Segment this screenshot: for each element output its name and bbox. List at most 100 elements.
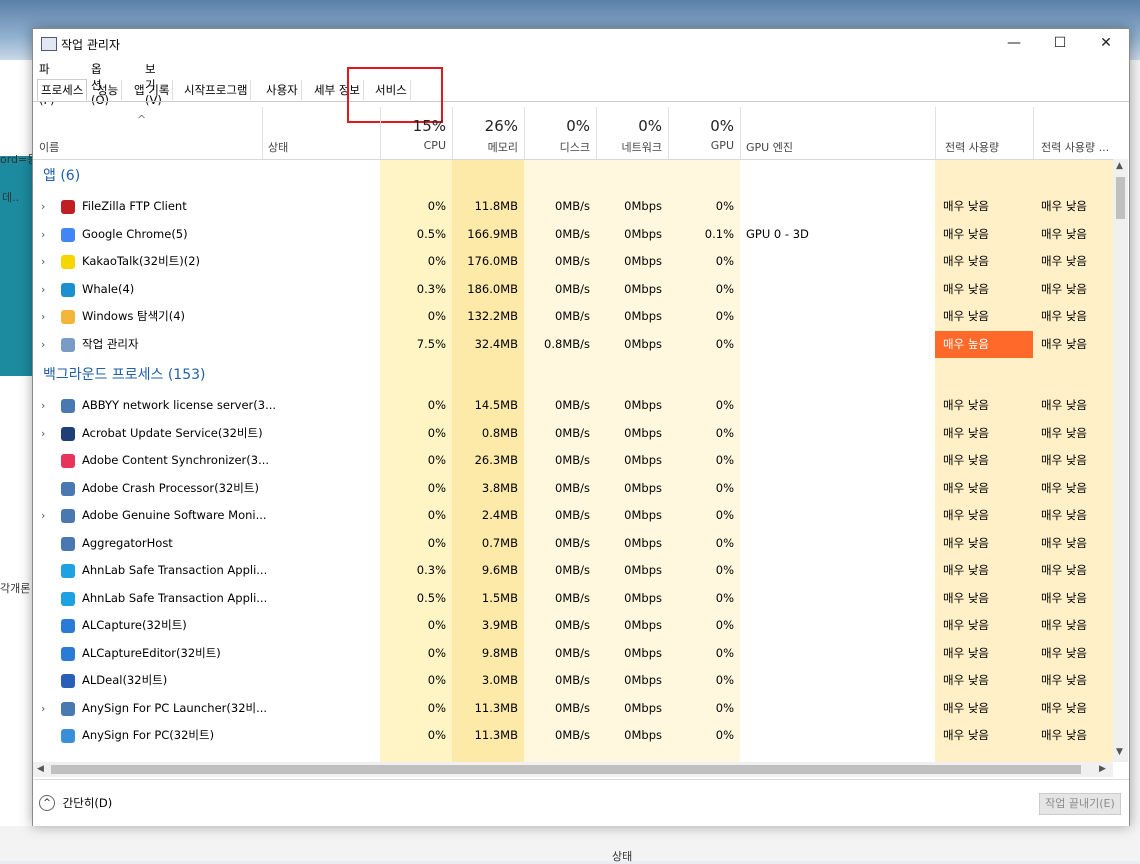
table-row[interactable]: › KakaoTalk(32비트)(2) 0% 176.0MB 0MB/s 0Mbps 0%… xyxy=(33,248,1113,275)
expand-chevron-icon[interactable]: › xyxy=(41,331,51,358)
scroll-left-icon[interactable]: ◀ xyxy=(37,764,44,774)
process-name: ABBYY network license server(3... xyxy=(82,398,277,412)
background-window-bottom: 상태 xyxy=(0,826,1140,863)
tab-app-history[interactable]: 앱 기록 xyxy=(131,80,174,100)
apps-section-header: 앱 (6) xyxy=(33,159,1113,193)
expand-chevron-icon[interactable]: › xyxy=(41,392,51,419)
cell-mem: 11.8MB xyxy=(474,199,518,213)
cell-power: 매우 낮음 xyxy=(943,226,989,241)
cell-gpu: 0% xyxy=(715,508,734,522)
horizontal-scroll-thumb[interactable] xyxy=(51,765,1081,774)
table-row[interactable]: ALCapture(32비트) 0% 3.9MB 0MB/s 0Mbps 0% 매우 낮음 매… xyxy=(33,612,1113,639)
table-row[interactable]: › AnySign For PC Launcher(32비... 0% 11.3MB 0… xyxy=(33,695,1113,722)
service-icon xyxy=(61,536,75,551)
cell-power-trend: 매우 낮음 xyxy=(1041,590,1087,605)
table-row[interactable]: › Google Chrome(5) 0.5% 166.9MB 0MB/s 0Mbps 0.… xyxy=(33,221,1113,248)
table-row[interactable]: › FileZilla FTP Client 0% 11.8MB 0MB/s 0Mbps 0… xyxy=(33,193,1113,220)
header-power-label: 전력 사용량 xyxy=(945,141,1000,154)
background-text: 상태 xyxy=(612,850,633,863)
scroll-up-icon[interactable]: ▲ xyxy=(1116,161,1123,171)
adobe-cc-icon xyxy=(61,454,75,468)
table-row[interactable]: › ABBYY network license server(3... 0% 14.5… xyxy=(33,392,1113,419)
process-name: AnySign For PC(32비트) xyxy=(82,728,215,742)
fewer-details-button[interactable]: ^ 간단히(D) xyxy=(39,795,112,811)
cell-disk: 0MB/s xyxy=(555,398,590,412)
tab-users[interactable]: 사용자 xyxy=(263,80,302,100)
header-memory[interactable]: 26% 메모리 xyxy=(452,107,525,159)
header-name[interactable]: ^ 이름 xyxy=(33,107,263,159)
cell-mem: 176.0MB xyxy=(467,254,518,268)
expand-chevron-icon[interactable]: › xyxy=(41,420,51,447)
header-status-label: 상태 xyxy=(268,141,289,154)
cell-net: 0Mbps xyxy=(624,535,662,550)
header-power[interactable]: 전력 사용량 xyxy=(935,107,1034,159)
header-cpu[interactable]: 15% CPU xyxy=(380,107,453,159)
header-gpu-label: GPU xyxy=(710,139,734,152)
table-row[interactable]: AnySign For PC(32비트) 0% 11.3MB 0MB/s 0Mbps 0%… xyxy=(33,722,1113,749)
cell-net: 0Mbps xyxy=(624,309,662,323)
expand-chevron-icon[interactable]: › xyxy=(41,276,51,303)
expand-chevron-icon[interactable]: › xyxy=(41,221,51,248)
table-row[interactable]: AggregatorHost 0% 0.7MB 0MB/s 0Mbps 0% 매우 낮음 매우… xyxy=(33,530,1113,557)
vertical-scroll-thumb[interactable] xyxy=(1116,177,1125,219)
kakaotalk-icon xyxy=(61,255,75,269)
table-row[interactable]: Adobe Content Synchronizer(3... 0% 26.3MB 0… xyxy=(33,447,1113,474)
cell-mem: 1.5MB xyxy=(481,590,518,605)
tab-performance[interactable]: 성능 xyxy=(94,80,123,100)
tab-processes[interactable]: 프로세스 xyxy=(37,79,88,101)
expand-chevron-icon[interactable]: › xyxy=(41,695,51,722)
table-row[interactable]: AhnLab Safe Transaction Appli... 0.5% 1.5M… xyxy=(33,585,1113,612)
header-status[interactable]: 상태 xyxy=(262,107,381,159)
cell-mem: 132.2MB xyxy=(467,309,518,323)
header-gpu[interactable]: 0% GPU xyxy=(668,107,741,159)
table-row[interactable]: AhnLab Safe Transaction Appli... 0.3% 9.6M… xyxy=(33,557,1113,584)
title-bar[interactable]: 작업 관리자 — ☐ ✕ xyxy=(33,29,1129,57)
table-row[interactable]: › 작업 관리자 7.5% 32.4MB 0.8MB/s 0Mbps 0% 매우 높음 매우 낮… xyxy=(33,330,1113,358)
cell-power-trend: 매우 낮음 xyxy=(1041,700,1087,715)
cell-mem: 14.5MB xyxy=(474,398,518,412)
header-network[interactable]: 0% 네트워크 xyxy=(596,107,669,159)
cell-power: 매우 낮음 xyxy=(943,309,989,323)
header-cpu-label: CPU xyxy=(423,139,446,152)
table-row[interactable]: Adobe Crash Processor(32비트) 0% 3.8MB 0MB/s 0… xyxy=(33,475,1113,502)
process-name: 작업 관리자 xyxy=(82,336,139,351)
cell-power: 매우 낮음 xyxy=(943,281,989,296)
cell-cpu: 0% xyxy=(427,254,446,268)
scroll-right-icon[interactable]: ▶ xyxy=(1099,764,1106,774)
cell-cpu: 0% xyxy=(427,199,446,213)
cell-disk: 0MB/s xyxy=(555,281,590,296)
cell-power: 매우 낮음 xyxy=(943,199,989,213)
table-row[interactable]: ALCaptureEditor(32비트) 0% 9.8MB 0MB/s 0Mbps 0%… xyxy=(33,640,1113,667)
close-button[interactable]: ✕ xyxy=(1083,29,1129,57)
ahnlab-icon xyxy=(61,564,75,578)
process-name: Acrobat Update Service(32비트) xyxy=(82,425,263,440)
cell-power: 매우 낮음 xyxy=(943,254,989,268)
table-row[interactable]: ALDeal(32비트) 0% 3.0MB 0MB/s 0Mbps 0% 매우 낮음 매우 낮… xyxy=(33,667,1113,694)
table-row[interactable]: › Adobe Genuine Software Moni... 0% 2.4MB 0M… xyxy=(33,502,1113,529)
aldeal-icon xyxy=(61,674,75,688)
cell-gpu: 0% xyxy=(715,728,734,742)
expand-chevron-icon[interactable]: › xyxy=(41,193,51,220)
expand-chevron-icon[interactable]: › xyxy=(41,502,51,529)
table-row[interactable]: › Windows 탐색기(4) 0% 132.2MB 0MB/s 0Mbps 0% 매우 낮… xyxy=(33,303,1113,330)
cell-disk: 0MB/s xyxy=(555,425,590,440)
expand-chevron-icon[interactable]: › xyxy=(41,303,51,330)
header-gpu-engine[interactable]: GPU 엔진 xyxy=(740,107,936,159)
expand-chevron-icon[interactable]: › xyxy=(41,248,51,275)
minimize-button[interactable]: — xyxy=(991,29,1037,57)
header-power-trend[interactable]: 전력 사용량 ... xyxy=(1033,107,1113,159)
tab-startup[interactable]: 시작프로그램 xyxy=(181,80,252,100)
cell-power-trend: 매우 낮음 xyxy=(1041,480,1087,495)
cell-gpu-engine: GPU 0 - 3D xyxy=(746,226,809,241)
header-disk[interactable]: 0% 디스크 xyxy=(524,107,597,159)
end-task-button[interactable]: 작업 끝내기(E) xyxy=(1039,793,1121,815)
table-row[interactable]: › Acrobat Update Service(32비트) 0% 0.8MB 0MB/… xyxy=(33,420,1113,447)
maximize-button[interactable]: ☐ xyxy=(1037,29,1083,57)
cell-gpu: 0.1% xyxy=(704,226,734,241)
cell-net: 0Mbps xyxy=(624,480,662,495)
vertical-scrollbar[interactable]: ▲ ▼ xyxy=(1113,159,1128,762)
cell-mem: 26.3MB xyxy=(474,453,518,467)
table-row[interactable]: › Whale(4) 0.3% 186.0MB 0MB/s 0Mbps 0% 매우 낮음 매우 … xyxy=(33,276,1113,303)
horizontal-scrollbar[interactable]: ◀ ▶ xyxy=(33,762,1113,777)
scroll-down-icon[interactable]: ▼ xyxy=(1116,747,1123,757)
